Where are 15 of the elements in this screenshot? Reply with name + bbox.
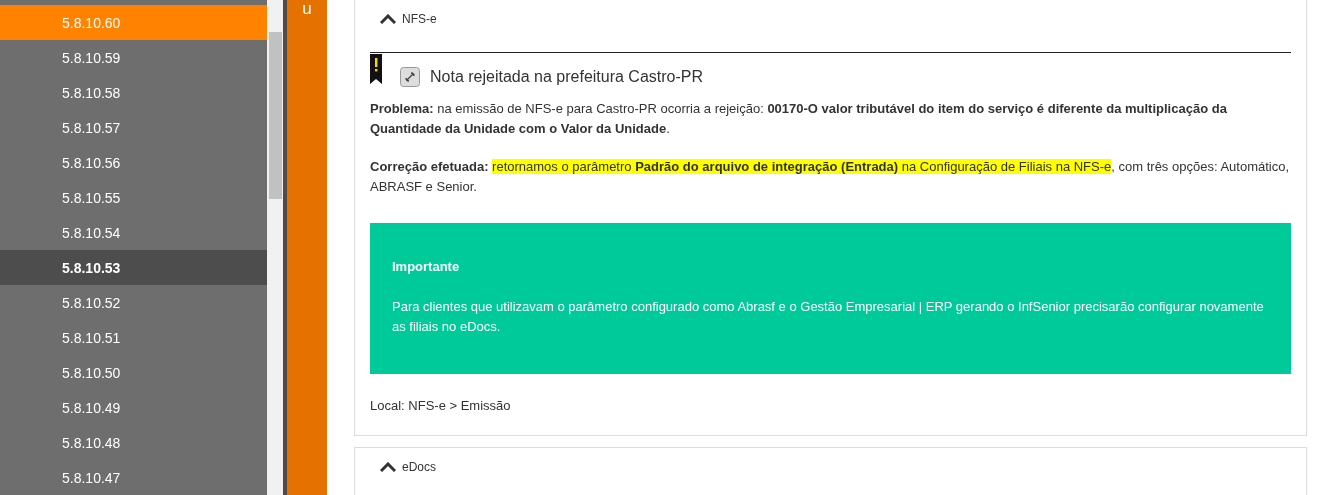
correction-text: Correção efetuada: retornamos o parâmetro Padrão do arquivo de integração (Entrada) na Configuração de Filiais na NFS-e, com três opções: Automático, ABRASF e Senior. [370, 158, 1291, 196]
note-title: Nota rejeitada na prefeitura Castro-PR [430, 68, 704, 86]
callout-title: Importante [392, 258, 461, 276]
side-tab-label[interactable]: u [302, 0, 312, 16]
scrollbar-thumb[interactable] [268, 32, 282, 199]
section-title[interactable]: eDocs [402, 460, 436, 474]
warning-flag-icon [370, 54, 382, 84]
chevron-up-icon[interactable] [380, 462, 396, 472]
version-item[interactable]: 5.8.10.53 [0, 250, 267, 285]
link-icon [400, 67, 420, 87]
chevron-up-icon[interactable] [380, 14, 396, 24]
section-title[interactable]: NFS-e [402, 12, 437, 26]
location-text: Local: NFS-e > Emissão [370, 398, 512, 413]
problem-text: Problema: na emissão de NFS-e para Castro-PR ocorria a rejeição: 00170-O valor tributável do item do serviço é diferente da multiplicação da Quantidade da Unidade com o Valor da Unidade. [370, 100, 1228, 138]
callout-text: Para clientes que utilizavam o parâmetro configurado como Abrasf e o Gestão Empresarial | ERP gerando o InfSenior precisarão configurar novamente as filiais no eDocs. [392, 298, 1265, 336]
